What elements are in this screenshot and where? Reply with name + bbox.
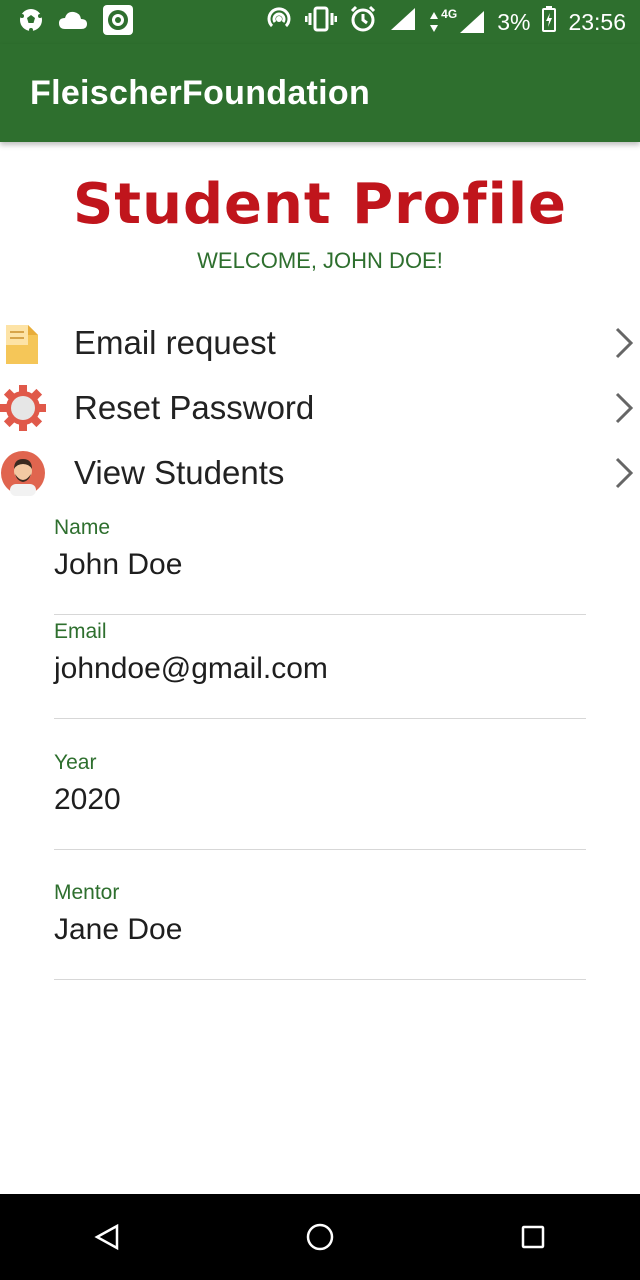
- recents-icon[interactable]: [493, 1194, 573, 1280]
- field-value: 2020: [54, 783, 121, 816]
- cloud-icon: [58, 9, 88, 36]
- soccer-ball-icon: [18, 7, 44, 38]
- chevron-right-icon: [614, 456, 634, 490]
- menu-item-reset-password[interactable]: Reset Password: [0, 377, 640, 439]
- chevron-right-icon: [614, 391, 634, 425]
- welcome-message: WELCOME, JOHN DOE!: [197, 248, 443, 273]
- field-label: Name: [54, 516, 111, 539]
- menu-item-email-request[interactable]: Email request: [0, 312, 640, 374]
- chevron-right-icon: [614, 326, 634, 360]
- name-field: Name John Doe: [54, 516, 586, 582]
- page-title: Student Profile: [72, 172, 568, 237]
- field-value: johndoe@gmail.com: [54, 652, 328, 685]
- document-icon: [0, 320, 46, 366]
- battery-icon: [542, 6, 557, 38]
- menu-item-view-students[interactable]: View Students: [0, 442, 640, 504]
- field-label: Email: [54, 620, 107, 643]
- menu-item-label: View Students: [74, 454, 285, 491]
- field-label: Mentor: [54, 881, 120, 904]
- field-divider: [54, 979, 586, 980]
- signal-icon: [389, 6, 417, 38]
- battery-percent: 3%: [497, 8, 531, 35]
- field-value: Jane Doe: [54, 913, 183, 946]
- system-nav-bar: [0, 1194, 640, 1280]
- menu-item-label: Email request: [74, 324, 276, 361]
- app-title: FleischerFoundation: [30, 73, 371, 112]
- network-4g-icon: 4G: [429, 7, 485, 35]
- field-value: John Doe: [54, 548, 183, 581]
- vibrate-icon: [304, 5, 338, 39]
- home-icon[interactable]: [280, 1194, 360, 1280]
- target-icon: [102, 4, 134, 41]
- email-field: Email johndoe@gmail.com: [54, 620, 586, 686]
- back-icon[interactable]: [67, 1194, 147, 1280]
- field-divider: [54, 849, 586, 850]
- gear-icon: [0, 385, 46, 431]
- menu-item-label: Reset Password: [74, 389, 315, 426]
- year-field: Year 2020: [54, 751, 586, 817]
- alarm-icon: [349, 5, 377, 39]
- field-divider: [54, 614, 586, 615]
- app-bar: FleischerFoundation: [0, 44, 640, 142]
- field-divider: [54, 718, 586, 719]
- avatar-icon: [0, 450, 46, 496]
- status-bar: 4G 3% 23:56: [0, 0, 640, 44]
- mentor-field: Mentor Jane Doe: [54, 881, 586, 947]
- hotspot-icon: [265, 5, 293, 39]
- field-label: Year: [54, 751, 97, 774]
- clock: 23:56: [568, 8, 626, 35]
